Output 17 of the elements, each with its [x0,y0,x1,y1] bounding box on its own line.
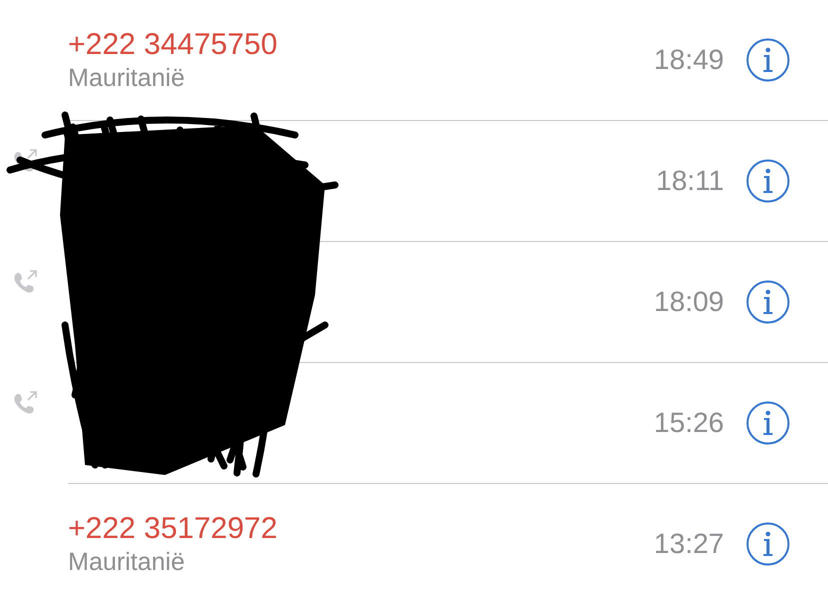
outgoing-call-icon [13,391,39,415]
outgoing-call-icon [13,149,39,173]
country-label: Mauritanië [68,547,186,577]
call-time: 15:26 [654,406,724,440]
call-time: 18:09 [654,285,724,319]
country-label: Mauritanië [68,63,186,93]
call-time: 13:27 [654,527,724,561]
info-icon[interactable] [746,401,790,445]
info-icon[interactable] [746,280,790,324]
outgoing-call-icon [13,270,39,294]
phone-number: +222 34475750 [68,27,278,63]
call-time: 18:49 [654,43,724,77]
phone-number: +222 35172972 [68,511,278,547]
info-icon[interactable] [746,38,790,82]
call-time: 18:11 [656,164,724,198]
info-icon[interactable] [746,522,790,566]
info-icon[interactable] [746,159,790,203]
